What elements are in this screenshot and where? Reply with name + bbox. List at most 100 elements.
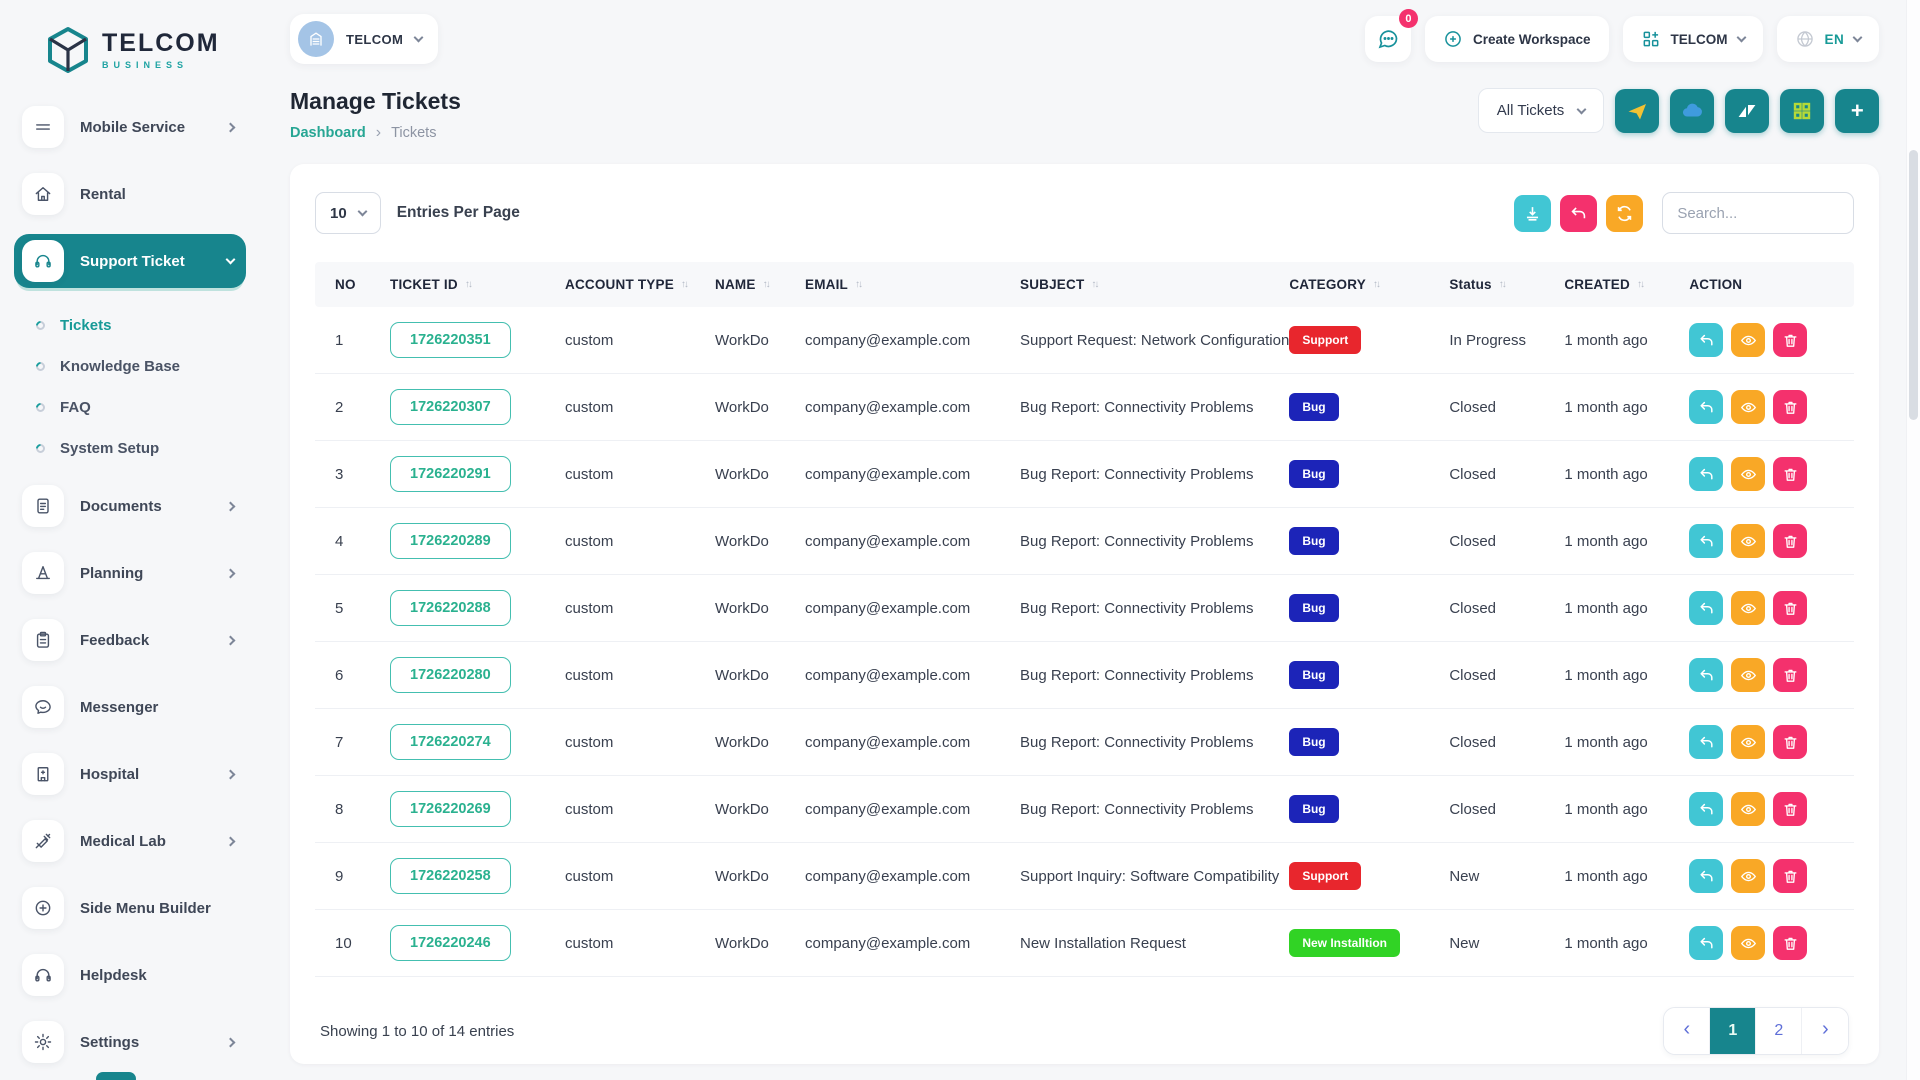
cell-no: 7 [335, 734, 390, 751]
ticket-id-button[interactable]: 1726220246 [390, 925, 511, 961]
sidebar-subitem-knowledge-base[interactable]: Knowledge Base [14, 346, 246, 387]
sidebar-partial-item[interactable] [96, 1072, 136, 1080]
reply-button[interactable] [1689, 591, 1723, 625]
gear-icon [22, 1021, 64, 1063]
delete-button[interactable] [1773, 457, 1807, 491]
reply-button[interactable] [1689, 457, 1723, 491]
delete-button[interactable] [1773, 658, 1807, 692]
ticket-id-button[interactable]: 1726220291 [390, 456, 511, 492]
salesforce-integration-button[interactable] [1670, 89, 1714, 133]
sidebar-item-rental[interactable]: Rental [14, 167, 246, 221]
sidebar-item-medical-lab[interactable]: Medical Lab [14, 814, 246, 868]
view-button[interactable] [1731, 457, 1765, 491]
cell-created: 1 month ago [1564, 466, 1689, 483]
export-button[interactable] [1514, 195, 1551, 232]
sidebar-item-support-ticket[interactable]: Support Ticket [14, 234, 246, 288]
delete-button[interactable] [1773, 390, 1807, 424]
scrollbar-track[interactable] [1906, 0, 1920, 1080]
sidebar-item-messenger[interactable]: Messenger [14, 680, 246, 734]
reply-button[interactable] [1689, 725, 1723, 759]
sidebar-item-planning[interactable]: Planning [14, 546, 246, 600]
ticket-filter-dropdown[interactable]: All Tickets [1478, 88, 1605, 133]
sidebar-item-helpdesk[interactable]: Helpdesk [14, 948, 246, 1002]
sidebar-subitem-system-setup[interactable]: System Setup [14, 428, 246, 469]
sidebar-item-documents[interactable]: Documents [14, 479, 246, 533]
view-button[interactable] [1731, 524, 1765, 558]
sidebar-item-side-menu-builder[interactable]: Side Menu Builder [14, 881, 246, 935]
column-header-created[interactable]: CREATED↑↓ [1564, 277, 1689, 292]
column-header-category[interactable]: CATEGORY↑↓ [1289, 277, 1449, 292]
cell-created: 1 month ago [1564, 868, 1689, 885]
delete-button[interactable] [1773, 926, 1807, 960]
ticket-id-button[interactable]: 1726220351 [390, 322, 511, 358]
delete-button[interactable] [1773, 859, 1807, 893]
sidebar-subitem-faq[interactable]: FAQ [14, 387, 246, 428]
sidebar-item-feedback[interactable]: Feedback [14, 613, 246, 667]
language-selector[interactable]: EN [1777, 16, 1880, 62]
column-header-name[interactable]: NAME↑↓ [715, 277, 805, 292]
reply-button[interactable] [1689, 926, 1723, 960]
app-switcher-button[interactable]: TELCOM [1623, 16, 1763, 62]
view-button[interactable] [1731, 323, 1765, 357]
search-input[interactable] [1662, 192, 1854, 234]
qr-grid-button[interactable] [1780, 89, 1824, 133]
ticket-id-button[interactable]: 1726220274 [390, 724, 511, 760]
column-header-account_type[interactable]: ACCOUNT TYPE↑↓ [565, 277, 715, 292]
ticket-id-button[interactable]: 1726220258 [390, 858, 511, 894]
breadcrumb-dashboard-link[interactable]: Dashboard [290, 125, 366, 141]
view-button[interactable] [1731, 926, 1765, 960]
column-header-email[interactable]: EMAIL↑↓ [805, 277, 1020, 292]
sidebar-item-settings[interactable]: Settings [14, 1015, 246, 1069]
trash-icon [1782, 600, 1799, 617]
workspace-selector[interactable]: TELCOM [290, 14, 438, 64]
messages-count-badge: 0 [1399, 9, 1418, 28]
trash-icon [1782, 667, 1799, 684]
ticket-id-button[interactable]: 1726220280 [390, 657, 511, 693]
delete-button[interactable] [1773, 725, 1807, 759]
delete-button[interactable] [1773, 792, 1807, 826]
add-ticket-button[interactable]: + [1835, 89, 1879, 133]
entries-per-page-select[interactable]: 10 [315, 192, 381, 234]
reply-button[interactable] [1689, 859, 1723, 893]
delete-button[interactable] [1773, 591, 1807, 625]
pagination-prev-button[interactable]: ‹ [1664, 1008, 1710, 1054]
scrollbar-thumb[interactable] [1909, 150, 1918, 420]
view-button[interactable] [1731, 658, 1765, 692]
view-button[interactable] [1731, 725, 1765, 759]
view-button[interactable] [1731, 390, 1765, 424]
cell-account-type: custom [565, 801, 715, 818]
reply-button[interactable] [1689, 323, 1723, 357]
reply-button[interactable] [1689, 524, 1723, 558]
sidebar-subitem-tickets[interactable]: Tickets [14, 305, 246, 346]
brand-logo[interactable]: TELCOM BUSINESS [0, 18, 260, 100]
view-button[interactable] [1731, 591, 1765, 625]
view-button[interactable] [1731, 859, 1765, 893]
ticket-id-button[interactable]: 1726220289 [390, 523, 511, 559]
zendesk-integration-button[interactable] [1725, 89, 1769, 133]
ticket-id-button[interactable]: 1726220307 [390, 389, 511, 425]
sidebar-item-hospital[interactable]: Hospital [14, 747, 246, 801]
globe-icon [1795, 29, 1815, 49]
refresh-button[interactable] [1606, 195, 1643, 232]
messages-button[interactable]: 0 [1365, 16, 1411, 62]
tickets-card: 10 Entries Per Page [290, 164, 1879, 1064]
column-header-subject[interactable]: SUBJECT↑↓ [1020, 277, 1289, 292]
ticket-id-button[interactable]: 1726220269 [390, 791, 511, 827]
delete-button[interactable] [1773, 524, 1807, 558]
reply-button[interactable] [1689, 658, 1723, 692]
column-header-status[interactable]: Status↑↓ [1449, 277, 1564, 292]
ticket-id-button[interactable]: 1726220288 [390, 590, 511, 626]
view-button[interactable] [1731, 792, 1765, 826]
sidebar-item-mobile-service[interactable]: Mobile Service [14, 100, 246, 154]
freshdesk-integration-button[interactable] [1615, 89, 1659, 133]
column-header-ticket_id[interactable]: TICKET ID↑↓ [390, 277, 565, 292]
pagination-page-1[interactable]: 1 [1710, 1008, 1756, 1054]
pagination-page-2[interactable]: 2 [1756, 1008, 1802, 1054]
create-workspace-button[interactable]: Create Workspace [1425, 16, 1609, 62]
tickets-table: NOTICKET ID↑↓ACCOUNT TYPE↑↓NAME↑↓EMAIL↑↓… [315, 262, 1854, 977]
pagination-next-button[interactable]: › [1802, 1008, 1848, 1054]
reset-button[interactable] [1560, 195, 1597, 232]
reply-button[interactable] [1689, 390, 1723, 424]
reply-button[interactable] [1689, 792, 1723, 826]
delete-button[interactable] [1773, 323, 1807, 357]
